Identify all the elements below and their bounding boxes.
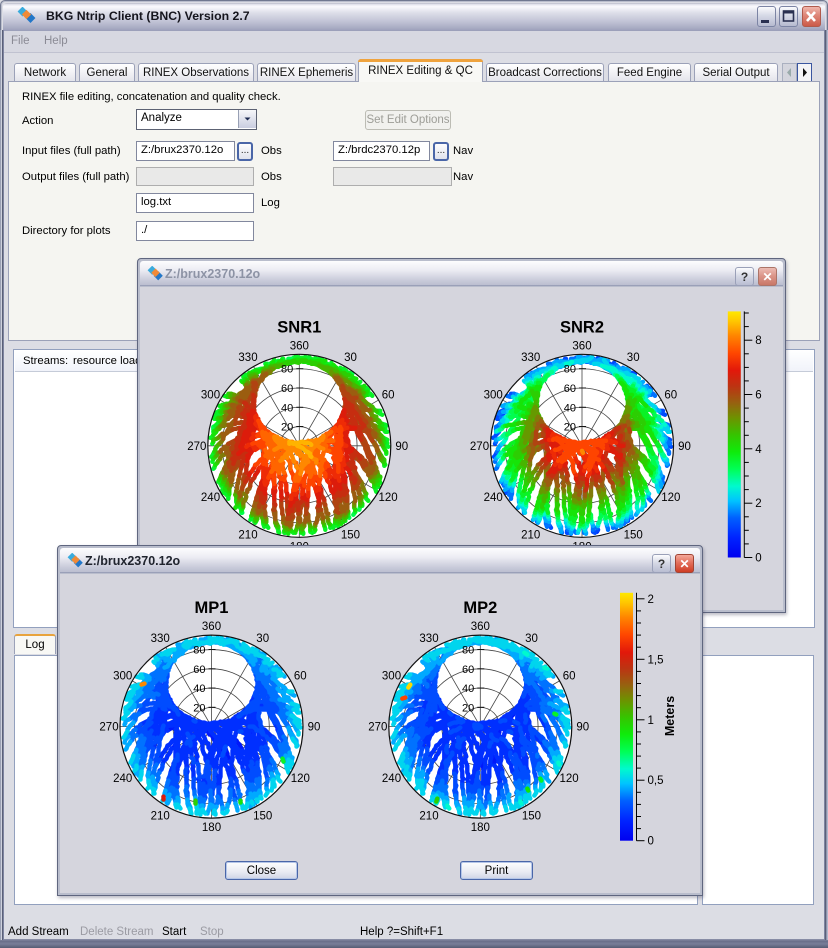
svg-text:210: 210 — [521, 530, 540, 542]
svg-text:4: 4 — [755, 444, 762, 456]
svg-text:150: 150 — [522, 810, 541, 822]
svg-text:330: 330 — [238, 352, 257, 364]
svg-text:0,5: 0,5 — [648, 775, 664, 787]
svg-text:SNR1: SNR1 — [277, 318, 321, 336]
svg-text:1,5: 1,5 — [648, 654, 664, 666]
svg-text:150: 150 — [253, 810, 272, 822]
svg-text:90: 90 — [308, 722, 321, 734]
svg-text:2: 2 — [648, 594, 654, 606]
svg-text:240: 240 — [113, 773, 132, 785]
svg-text:60: 60 — [564, 383, 576, 395]
svg-text:240: 240 — [201, 492, 220, 504]
svg-text:60: 60 — [294, 670, 307, 682]
svg-text:240: 240 — [382, 773, 401, 785]
svg-text:180: 180 — [202, 822, 221, 834]
svg-text:60: 60 — [664, 390, 677, 402]
svg-text:360: 360 — [202, 621, 221, 633]
svg-text:210: 210 — [419, 810, 438, 822]
svg-text:8: 8 — [755, 335, 761, 347]
svg-text:20: 20 — [564, 422, 576, 434]
svg-text:300: 300 — [382, 670, 401, 682]
svg-text:30: 30 — [525, 633, 538, 645]
svg-text:60: 60 — [281, 383, 293, 395]
svg-text:360: 360 — [290, 340, 309, 352]
svg-text:60: 60 — [462, 664, 474, 676]
svg-text:240: 240 — [484, 492, 503, 504]
svg-text:MP1: MP1 — [195, 599, 229, 617]
svg-text:80: 80 — [564, 364, 576, 376]
svg-text:60: 60 — [193, 664, 205, 676]
svg-text:330: 330 — [151, 633, 170, 645]
svg-text:40: 40 — [462, 683, 474, 695]
svg-text:360: 360 — [471, 621, 490, 633]
svg-text:270: 270 — [187, 441, 206, 453]
svg-text:40: 40 — [193, 683, 205, 695]
svg-text:210: 210 — [151, 810, 170, 822]
svg-text:330: 330 — [521, 352, 540, 364]
svg-text:90: 90 — [678, 441, 691, 453]
svg-text:1: 1 — [648, 715, 654, 727]
svg-text:60: 60 — [382, 390, 395, 402]
svg-text:0: 0 — [648, 836, 654, 848]
svg-text:20: 20 — [281, 422, 293, 434]
svg-text:6: 6 — [755, 390, 761, 402]
svg-text:300: 300 — [201, 390, 220, 402]
svg-text:30: 30 — [256, 633, 269, 645]
svg-text:300: 300 — [113, 670, 132, 682]
svg-text:SNR2: SNR2 — [560, 318, 604, 336]
svg-text:90: 90 — [395, 441, 408, 453]
svg-text:90: 90 — [576, 722, 589, 734]
svg-text:120: 120 — [379, 492, 398, 504]
svg-text:330: 330 — [419, 633, 438, 645]
svg-text:30: 30 — [344, 352, 357, 364]
svg-text:Meters: Meters — [663, 696, 677, 736]
svg-text:20: 20 — [193, 702, 205, 714]
svg-text:180: 180 — [471, 822, 490, 834]
svg-text:80: 80 — [462, 645, 474, 657]
svg-text:210: 210 — [238, 530, 257, 542]
svg-text:120: 120 — [661, 492, 680, 504]
svg-text:360: 360 — [572, 340, 591, 352]
svg-text:60: 60 — [563, 670, 576, 682]
svg-text:270: 270 — [99, 722, 118, 734]
svg-text:80: 80 — [193, 645, 205, 657]
svg-text:270: 270 — [470, 441, 489, 453]
svg-text:30: 30 — [627, 352, 640, 364]
svg-text:120: 120 — [560, 773, 579, 785]
svg-text:80: 80 — [281, 364, 293, 376]
svg-text:2: 2 — [755, 498, 761, 510]
svg-text:120: 120 — [291, 773, 310, 785]
svg-text:40: 40 — [281, 402, 293, 414]
svg-text:150: 150 — [341, 530, 360, 542]
svg-text:20: 20 — [462, 702, 474, 714]
svg-text:150: 150 — [624, 530, 643, 542]
svg-text:40: 40 — [564, 402, 576, 414]
svg-text:0: 0 — [755, 553, 761, 565]
svg-text:300: 300 — [484, 390, 503, 402]
svg-text:270: 270 — [368, 722, 387, 734]
svg-text:MP2: MP2 — [463, 599, 497, 617]
